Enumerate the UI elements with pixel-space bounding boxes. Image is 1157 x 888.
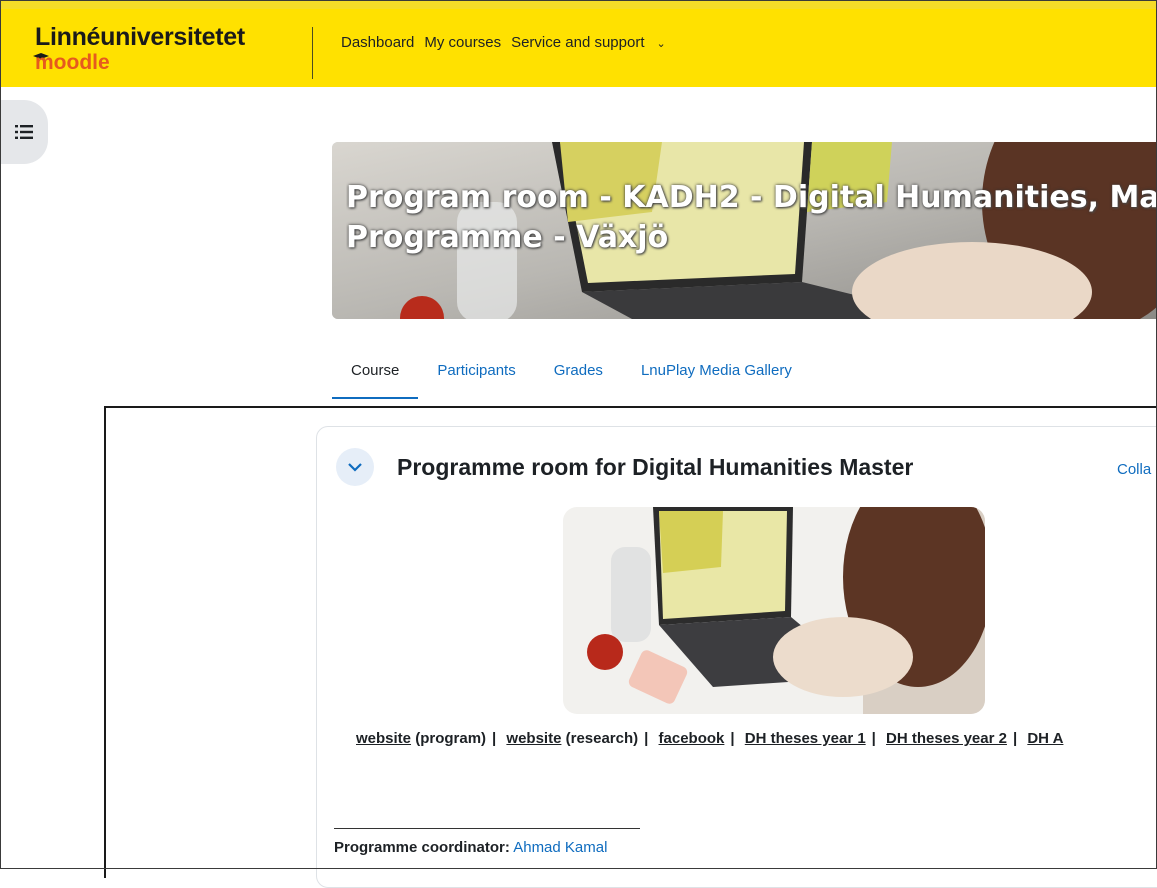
course-title: Program room - KADH2 - Digital Humanitie…: [346, 178, 1157, 258]
course-index-toggle[interactable]: [0, 100, 48, 164]
divider-line: [334, 828, 640, 829]
tab-course[interactable]: Course: [332, 350, 419, 399]
nav-dashboard[interactable]: Dashboard: [341, 34, 414, 51]
chevron-down-icon: ⌄: [656, 38, 666, 50]
website-program-suffix: (program): [411, 730, 487, 747]
collapse-all-link[interactable]: Colla: [1117, 461, 1151, 478]
nav-my-courses[interactable]: My courses: [424, 34, 501, 51]
logo-university-name: Linnéuniversitetet: [35, 23, 245, 51]
website-research-suffix: (research): [561, 730, 639, 747]
nav-service-support-label: Service and support: [511, 34, 645, 51]
list-icon: [15, 125, 33, 139]
course-title-line-1: Program room - KADH2 - Digital Humanitie…: [346, 180, 1157, 215]
website-research-link[interactable]: website: [506, 730, 561, 747]
logo-moodle: moodle: [35, 51, 110, 74]
secondary-navigation: Course Participants Grades LnuPlay Media…: [332, 350, 811, 399]
program-links: website (program) | website (research) | f…: [356, 730, 1064, 747]
section-image: [563, 507, 985, 714]
course-title-line-2: Programme - Växjö: [346, 220, 669, 255]
tab-participants[interactable]: Participants: [418, 350, 534, 399]
tab-grades[interactable]: Grades: [535, 350, 622, 399]
logo-divider: [312, 27, 313, 79]
dh-theses-year-1-link[interactable]: DH theses year 1: [745, 730, 866, 747]
primary-navigation: Dashboard My courses Service and support…: [341, 34, 686, 51]
nav-service-support[interactable]: Service and support ⌄: [511, 34, 676, 51]
website-program-link[interactable]: website: [356, 730, 411, 747]
section-title: Programme room for Digital Humanities Ma…: [397, 454, 914, 480]
facebook-link[interactable]: facebook: [659, 730, 725, 747]
dh-a-link[interactable]: DH A: [1027, 730, 1063, 747]
coordinator-name-link[interactable]: Ahmad Kamal: [513, 839, 607, 856]
site-logo[interactable]: Linnéuniversitetet moodle: [33, 23, 305, 83]
chevron-down-icon: [348, 462, 362, 472]
coordinator-label: Programme coordinator:: [334, 839, 510, 856]
dh-theses-year-2-link[interactable]: DH theses year 2: [886, 730, 1007, 747]
section-collapse-toggle[interactable]: [336, 448, 374, 486]
programme-coordinator: Programme coordinator: Ahmad Kamal: [334, 839, 607, 856]
tab-lnuplay-media-gallery[interactable]: LnuPlay Media Gallery: [622, 350, 811, 399]
